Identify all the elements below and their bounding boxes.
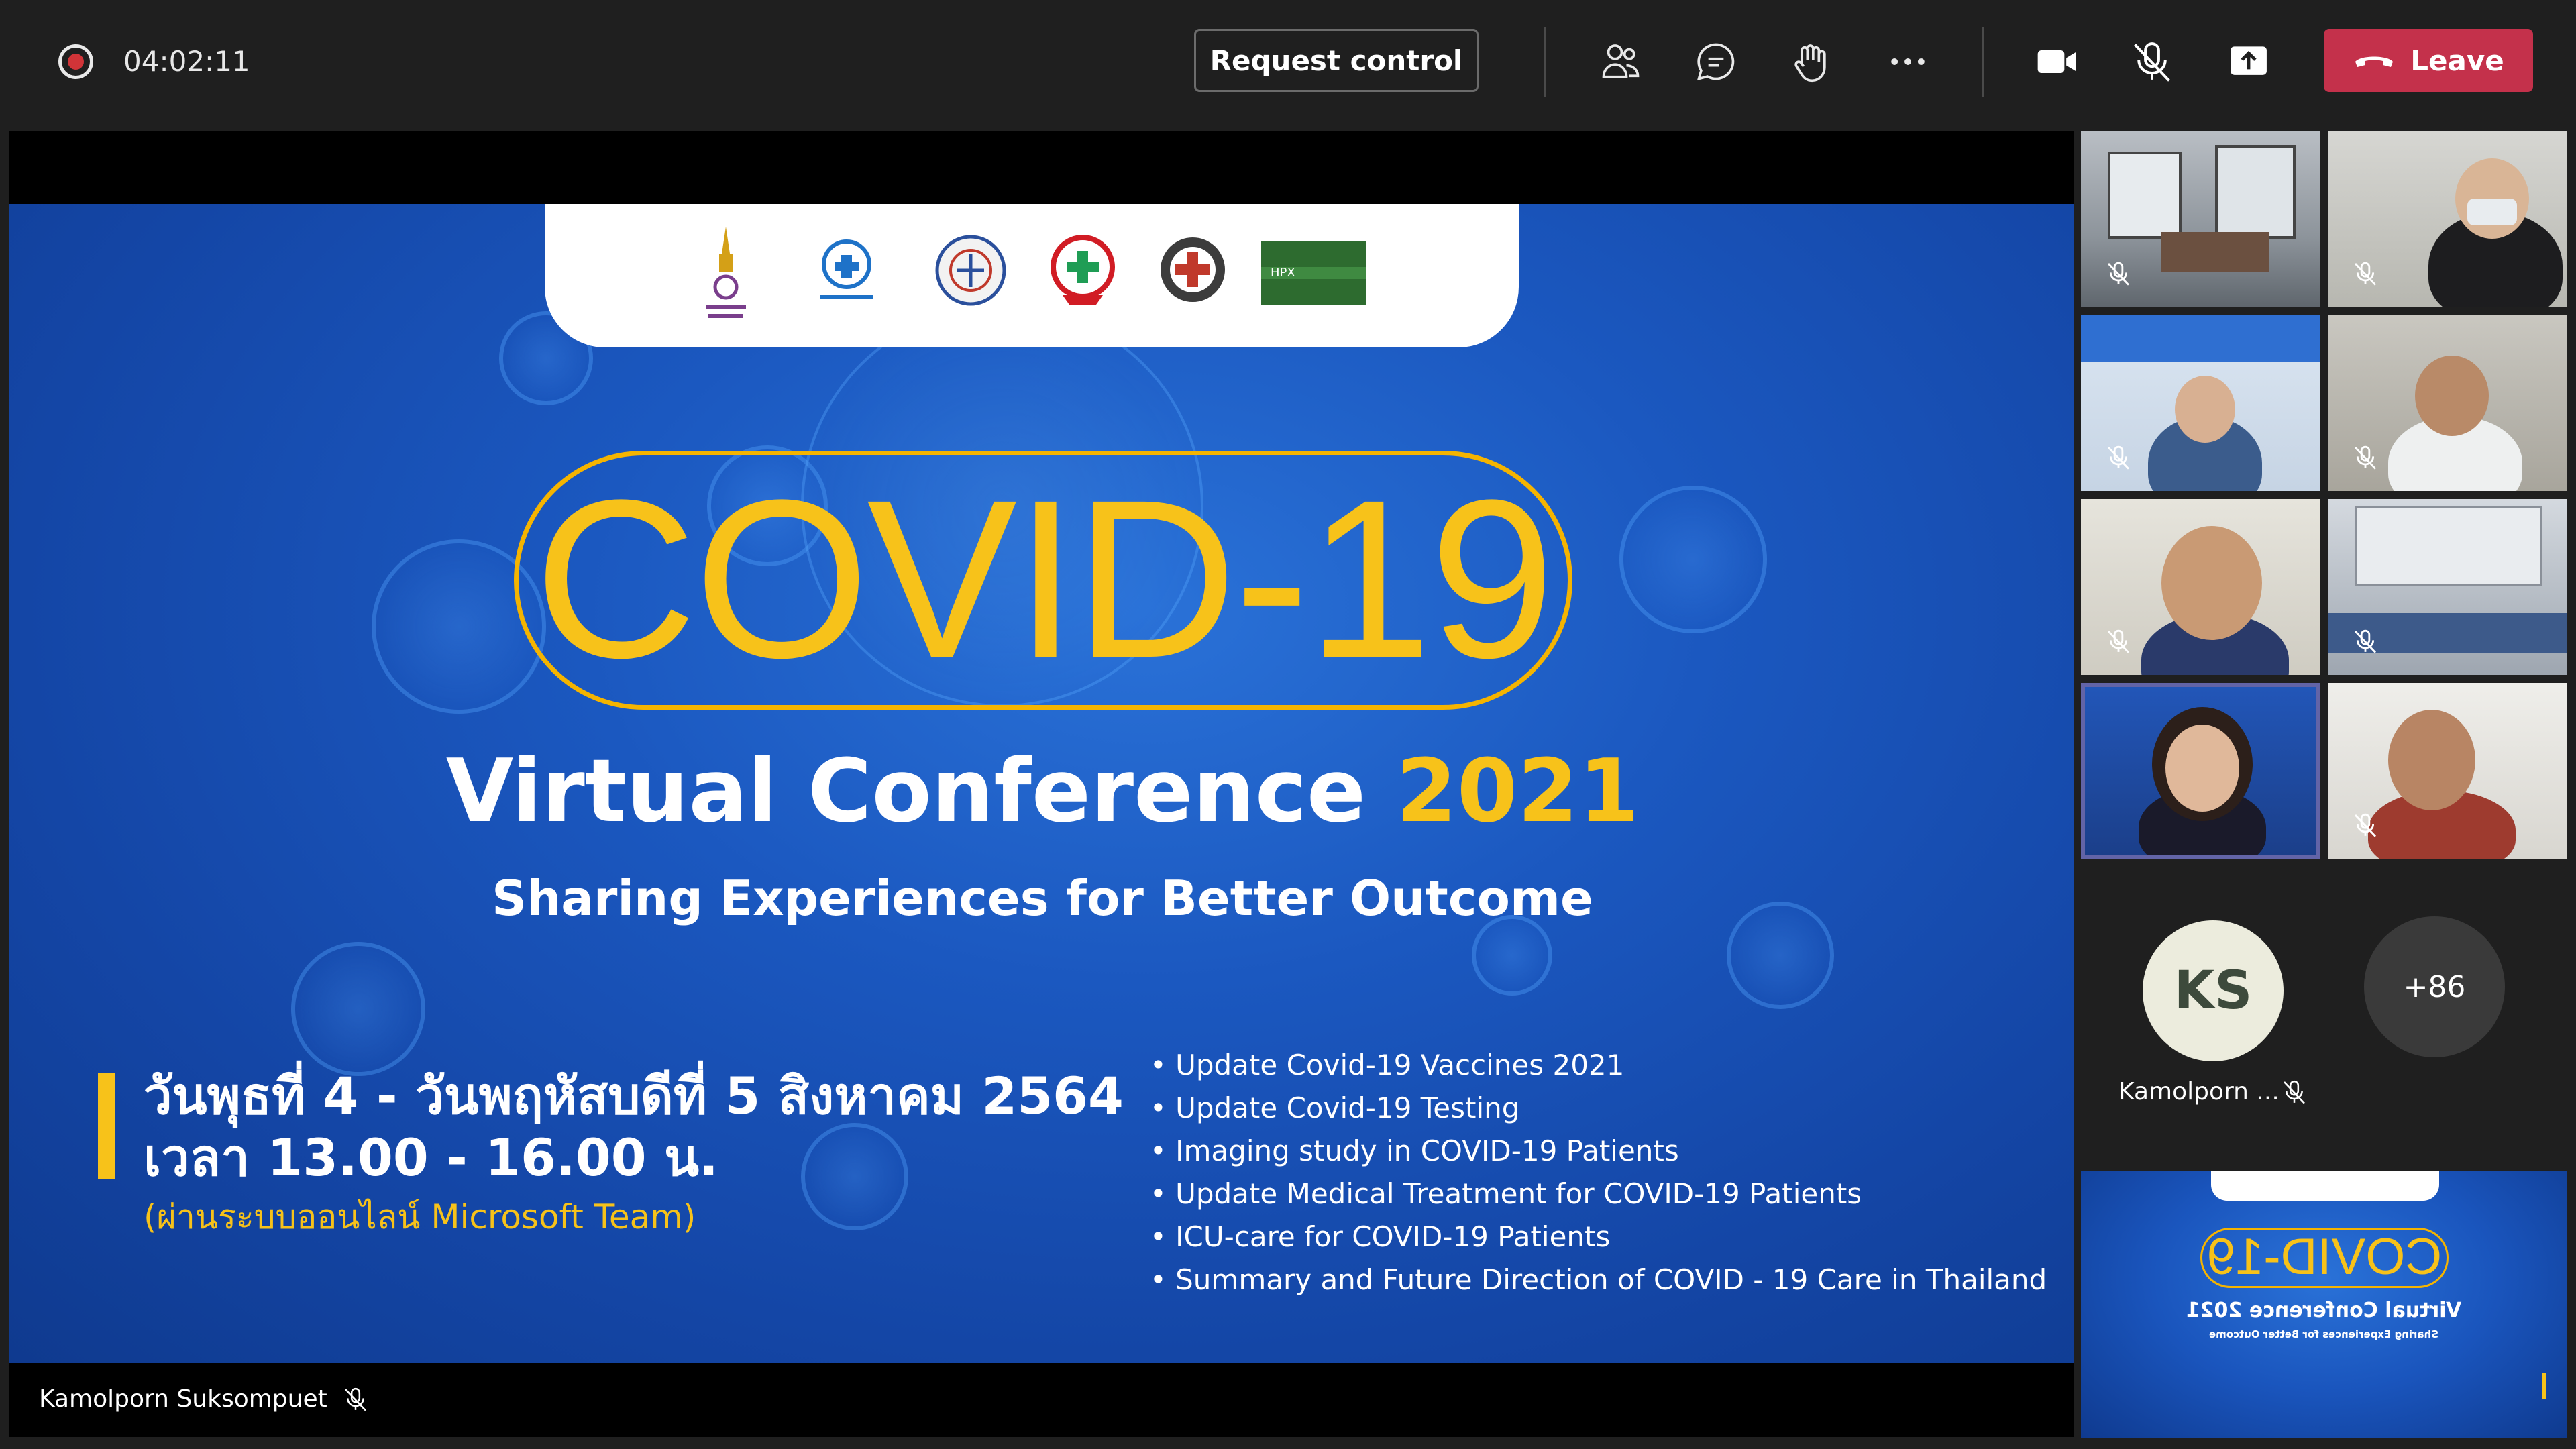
topic-item: Update Covid-19 Testing: [1150, 1087, 2047, 1130]
toolbar-divider: [1544, 27, 1546, 97]
people-icon[interactable]: [1594, 35, 1648, 89]
participant-head: [2415, 356, 2489, 436]
participant-head: [2165, 724, 2239, 812]
university-logo: [706, 227, 746, 318]
topic-item: ICU-care for COVID-19 Patients: [1150, 1216, 2047, 1258]
medical-school-logo: [1161, 237, 1225, 302]
sponsor-logo-panel: HPX: [545, 204, 1519, 347]
topic-item: Update Medical Treatment for COVID-19 Pa…: [1150, 1173, 2047, 1216]
virus-decoration: [1727, 902, 1834, 1009]
participant-video-tile[interactable]: [2328, 315, 2567, 491]
conference-title: Virtual Conference 2021: [445, 740, 1640, 842]
virus-decoration: [1619, 486, 1767, 633]
mic-off-icon: [2284, 1080, 2305, 1104]
participant-video-tile[interactable]: [2081, 131, 2320, 307]
participant-video-tile[interactable]: [2328, 499, 2567, 675]
toolbar-divider: [1982, 27, 1984, 97]
mic-off-icon: [2354, 262, 2377, 286]
conference-subtitle: Sharing Experiences for Better Outcome: [492, 870, 1593, 926]
participant-head: [2161, 526, 2262, 640]
hpx-logo: HPX: [1261, 241, 1366, 305]
room-window: [2215, 145, 2296, 239]
mic-off-icon: [2354, 445, 2377, 470]
chat-icon[interactable]: [1689, 35, 1743, 89]
room-table: [2161, 232, 2269, 272]
topic-item: Update Covid-19 Vaccines 2021: [1150, 1044, 2047, 1087]
participant-video-tile[interactable]: [2328, 131, 2567, 307]
participant-video-tile[interactable]: [2081, 499, 2320, 675]
more-participants-button[interactable]: +86: [2364, 916, 2505, 1057]
event-time: เวลา 13.00 - 16.00 น.: [144, 1128, 718, 1187]
hospital-logo: [820, 239, 873, 299]
accent-bar: [98, 1073, 115, 1179]
self-view-preview[interactable]: COVID-19 Virtual Conference 2021 Sharing…: [2081, 1171, 2567, 1438]
mic-off-icon: [344, 1387, 366, 1411]
more-icon[interactable]: [1881, 35, 1935, 89]
mic-off-icon: [2354, 629, 2377, 653]
topic-item: Imaging study in COVID-19 Patients: [1150, 1130, 2047, 1173]
mic-off-icon: [2354, 813, 2377, 837]
mirrored-slide: COVID-19 Virtual Conference 2021 Sharing…: [2081, 1171, 2567, 1438]
camera-icon[interactable]: [2030, 35, 2084, 89]
participant-name: Kamolporn ...: [2118, 1078, 2279, 1106]
mic-off-icon: [2107, 445, 2130, 470]
presenter-label: Kamolporn Suksompuet: [39, 1379, 369, 1419]
preview-covid-title: COVID-19: [2206, 1228, 2443, 1285]
participant-video-tile[interactable]: [2328, 683, 2567, 859]
svg-text:HPX: HPX: [1271, 266, 1295, 280]
leave-button[interactable]: Leave: [2324, 29, 2533, 92]
hang-up-icon: [2355, 56, 2394, 67]
red-cross-logo: [1051, 235, 1115, 305]
conference-slide: HPX COVID-19 Virtual Conference 2021 Sha…: [9, 204, 2074, 1363]
share-icon[interactable]: [2222, 35, 2275, 89]
mic-off-icon: [2107, 262, 2130, 286]
active-speaker-tile[interactable]: [2081, 683, 2320, 859]
topic-item: Summary and Future Direction of COVID - …: [1150, 1258, 2047, 1301]
conference-year: 2021: [1396, 740, 1640, 842]
room-window: [2108, 152, 2182, 239]
participant-head: [2388, 710, 2475, 810]
backdrop-banner: [2081, 315, 2320, 362]
request-control-button[interactable]: Request control: [1194, 29, 1479, 92]
virus-decoration: [291, 942, 425, 1076]
event-date: วันพุธที่ 4 - วันพฤหัสบดีที่ 5 สิงหาคม 2…: [144, 1066, 1124, 1126]
virus-decoration: [801, 1123, 908, 1230]
mic-off-icon: [2107, 629, 2130, 653]
preview-subtitle: Sharing Experiences for Better Outcome: [2209, 1328, 2439, 1340]
event-platform: (ผ่านระบบออนไลน์ Microsoft Team): [144, 1197, 696, 1236]
topic-list: Update Covid-19 Vaccines 2021 Update Cov…: [1150, 1044, 2047, 1301]
call-timer: 04:02:11: [123, 45, 250, 78]
accent-bar: [2542, 1373, 2546, 1399]
participant-avatar[interactable]: KS: [2143, 920, 2284, 1061]
shared-screen: HPX COVID-19 Virtual Conference 2021 Sha…: [9, 131, 2074, 1437]
participant-head: [2175, 376, 2235, 443]
room-wall: [2355, 506, 2542, 586]
raise-hand-icon[interactable]: [1784, 35, 1838, 89]
presenter-name: Kamolporn Suksompuet: [39, 1385, 327, 1413]
participant-video-tile[interactable]: [2081, 315, 2320, 491]
preview-conference-title: Virtual Conference 2021: [2186, 1299, 2462, 1322]
association-logo: [935, 235, 1006, 306]
call-toolbar: 04:02:11 Request control Leave: [0, 0, 2576, 123]
mic-off-icon[interactable]: [2125, 35, 2179, 89]
covid-title: COVID-19: [534, 453, 1555, 705]
recording-icon: [58, 44, 93, 79]
face-mask: [2467, 199, 2517, 225]
leave-label: Leave: [2410, 44, 2504, 77]
